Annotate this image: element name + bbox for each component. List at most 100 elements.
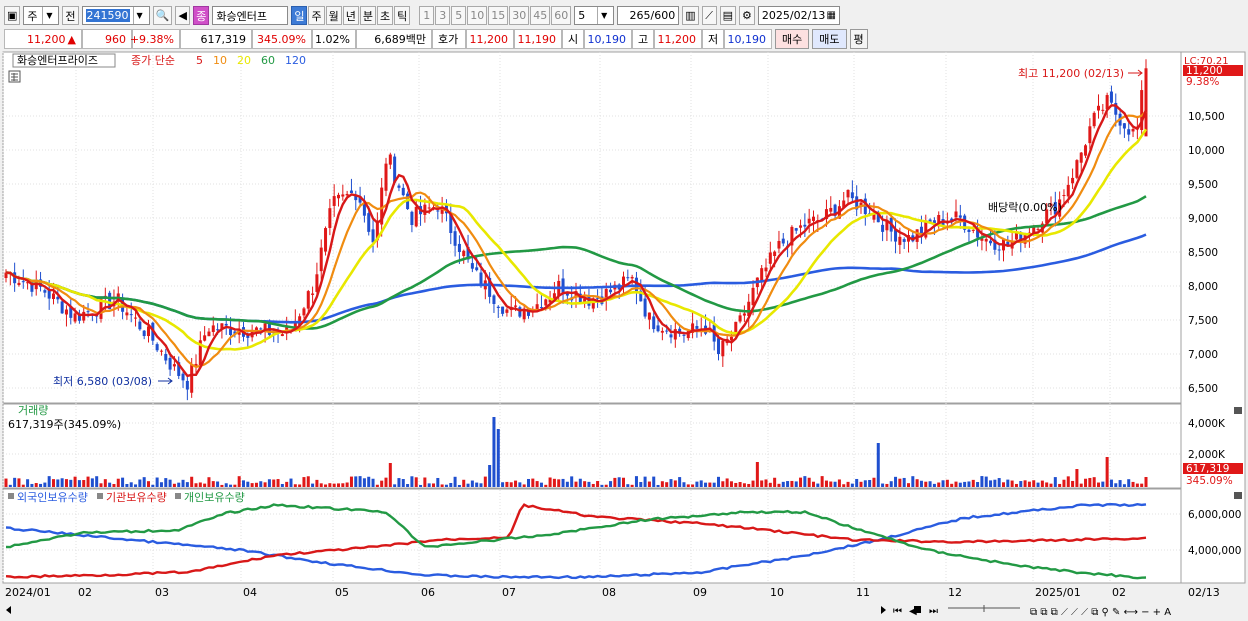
- volume-bar: [488, 465, 492, 487]
- minute-tab[interactable]: 10: [467, 6, 488, 25]
- candle-body: [738, 315, 742, 322]
- period-tab[interactable]: 초: [376, 6, 394, 25]
- legend-swatch: [175, 493, 181, 499]
- period-tab[interactable]: 분: [359, 6, 376, 25]
- volume-bar: [267, 479, 271, 487]
- count-field[interactable]: 265/600: [617, 6, 680, 25]
- candle-body: [630, 276, 634, 279]
- volume-bar: [885, 483, 889, 487]
- period-tab[interactable]: 틱: [394, 6, 411, 25]
- volume-bar: [561, 478, 565, 487]
- volume-bar: [647, 481, 651, 487]
- gear-icon[interactable]: ⚙: [739, 6, 755, 25]
- close-icon[interactable]: [1234, 407, 1242, 414]
- date-field[interactable]: 2025/02/13 ▦: [757, 6, 840, 25]
- volume-bar: [673, 480, 677, 487]
- volume-bar: [738, 482, 742, 487]
- volume-bar: [285, 481, 289, 487]
- avg-button[interactable]: 평: [849, 29, 868, 49]
- volume-bar: [73, 476, 77, 487]
- candle-body: [259, 328, 263, 330]
- volume-bar: [298, 484, 302, 487]
- stock-chart[interactable]: 10,500 10,000 9,500 9,000 8,500 8,000 7,500 7,0…: [0, 50, 1248, 621]
- volume-bar: [781, 481, 785, 487]
- candle-body: [505, 309, 509, 313]
- candle-body: [1092, 112, 1096, 127]
- volume-bar: [220, 484, 224, 487]
- candle-body: [1036, 228, 1040, 230]
- market-select[interactable]: 주 ▼: [23, 6, 60, 25]
- x-tick-label: 10: [770, 586, 784, 599]
- volume-bar: [941, 480, 945, 487]
- code-input[interactable]: 241590 ▼: [81, 6, 150, 25]
- volume-bar: [1023, 480, 1027, 487]
- sound-icon[interactable]: ◀: [175, 6, 191, 25]
- period-tab[interactable]: 주: [308, 6, 325, 25]
- volume-bar: [241, 480, 246, 487]
- forward-icon[interactable]: ⏭: [929, 606, 938, 617]
- last-pct: 9.38%: [1186, 76, 1219, 88]
- volume-bar: [859, 481, 863, 487]
- period-tab[interactable]: 일: [291, 6, 308, 25]
- period-tab[interactable]: 월: [325, 6, 342, 25]
- turnover: 1.02%: [312, 29, 356, 49]
- save-icon[interactable]: ▤: [719, 6, 737, 25]
- volume-tick-label: 2,000K: [1188, 449, 1226, 461]
- volume-bar: [164, 478, 168, 487]
- minute-tab[interactable]: 45: [530, 6, 551, 25]
- stock-name-field[interactable]: 화승엔터프: [212, 6, 289, 25]
- candle-body: [324, 228, 328, 252]
- volume-bar: [539, 482, 543, 487]
- volume-bar: [95, 476, 99, 487]
- market-mode-button[interactable]: 전: [62, 6, 79, 25]
- rewind-icon[interactable]: ⏮: [893, 606, 902, 617]
- volume-bar: [1105, 457, 1109, 487]
- search-icon[interactable]: 🔍: [152, 6, 173, 25]
- minute-select-value: 5: [578, 9, 586, 22]
- stop-icon[interactable]: [914, 606, 921, 613]
- tool-icons[interactable]: ⧉ ⧉ ⧉ ⟋ ⟋ ⟋ ⧉ ⚲ ✎ ⟷ − + A: [1030, 607, 1171, 618]
- calendar-icon[interactable]: ▦: [826, 10, 835, 21]
- volume-bar: [444, 484, 448, 487]
- sell-button[interactable]: 매도: [812, 29, 847, 49]
- volume-bar: [842, 484, 846, 487]
- candle-body: [492, 295, 496, 304]
- period-tab[interactable]: 년: [342, 6, 359, 25]
- volume-bar: [328, 483, 332, 487]
- buy-button[interactable]: 매수: [775, 29, 810, 49]
- volume-bar: [1084, 478, 1088, 487]
- volume-bar: [30, 483, 34, 487]
- volume-bar: [906, 483, 911, 487]
- volume-bar: [971, 479, 975, 487]
- volume-bar: [146, 481, 151, 487]
- period-tabs: 일주월년분초틱: [291, 6, 411, 25]
- ask-label: 호가: [432, 29, 466, 49]
- volume-bar: [613, 477, 617, 487]
- minute-tab[interactable]: 60: [551, 6, 572, 25]
- minute-tab[interactable]: 1: [419, 6, 435, 25]
- volume-bar: [457, 484, 461, 487]
- y-tick-label: 7,500: [1188, 315, 1218, 327]
- volume-bar: [479, 483, 483, 487]
- candle-body: [349, 190, 353, 194]
- candle-body: [811, 216, 816, 221]
- volume-bar: [1144, 477, 1148, 487]
- volume-bar: [708, 482, 712, 487]
- close-icon[interactable]: [1234, 492, 1242, 499]
- volume-bar: [902, 477, 906, 487]
- minute-tab[interactable]: 15: [488, 6, 509, 25]
- volume-bar: [453, 476, 457, 487]
- candle-body: [764, 267, 768, 272]
- x-tick-label: 02: [78, 586, 92, 599]
- volume-bar: [872, 477, 876, 487]
- minute-tab[interactable]: 5: [451, 6, 467, 25]
- chart-type-icon[interactable]: ▥: [682, 6, 699, 25]
- draw-tool-icon[interactable]: ⟋: [701, 6, 717, 25]
- minute-select[interactable]: 5 ▼: [574, 6, 615, 25]
- layout-icon[interactable]: ▣: [4, 6, 21, 25]
- volume-bar: [1092, 477, 1096, 487]
- minute-tab[interactable]: 3: [435, 6, 451, 25]
- volume-bar: [427, 483, 431, 487]
- volume-bar: [496, 429, 500, 487]
- minute-tab[interactable]: 30: [509, 6, 530, 25]
